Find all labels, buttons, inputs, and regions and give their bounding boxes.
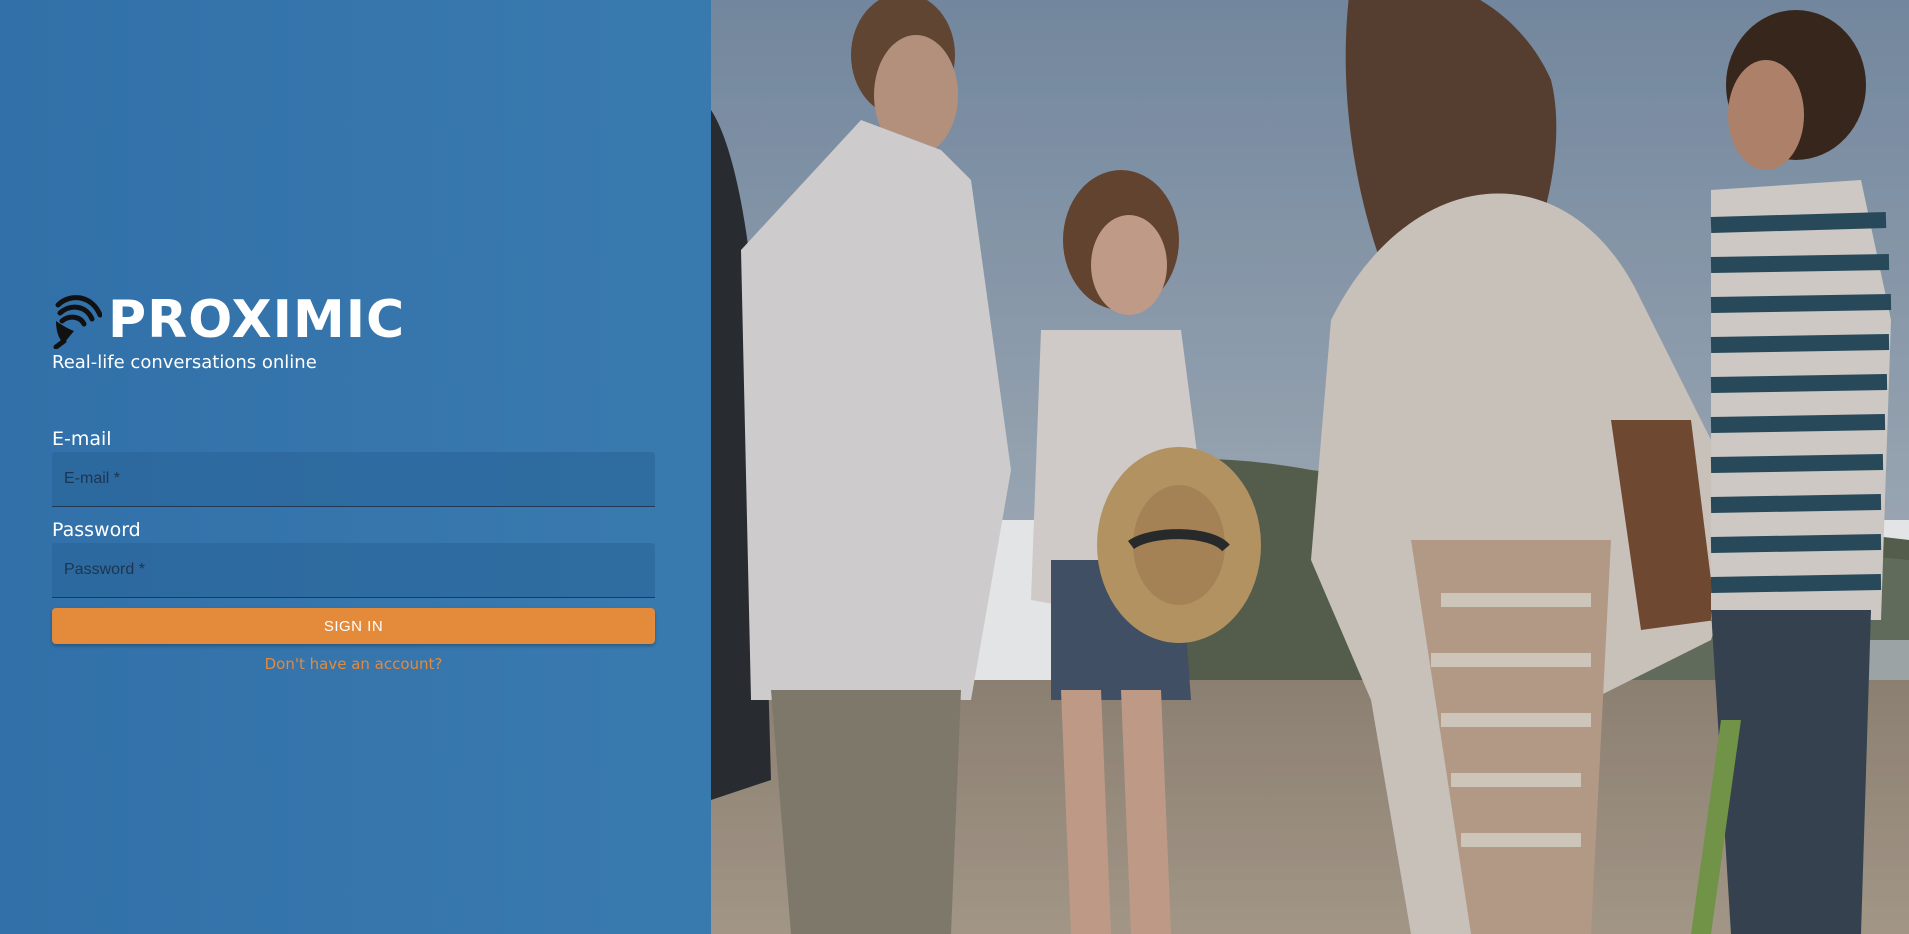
login-page: PROXIMIC Real-life conversations online …: [0, 0, 1909, 934]
sign-up-link[interactable]: Don't have an account?: [52, 655, 655, 673]
beach-scene-image: [711, 0, 1909, 934]
email-label: E-mail: [52, 428, 112, 450]
brand-tagline: Real-life conversations online: [52, 352, 317, 373]
brand-name: PROXIMIC: [108, 290, 406, 350]
password-field[interactable]: [52, 543, 655, 597]
login-form: E-mail Password SIGN IN Don't have an ac…: [52, 426, 655, 673]
password-field-box: [52, 543, 655, 598]
sign-in-button[interactable]: SIGN IN: [52, 608, 655, 644]
brand-block: PROXIMIC Real-life conversations online: [52, 290, 652, 373]
login-panel: PROXIMIC Real-life conversations online …: [0, 0, 711, 934]
brand-row: PROXIMIC: [52, 290, 652, 350]
microphone-signal-icon: [53, 295, 102, 349]
hero-photo: [711, 0, 1909, 934]
password-label: Password: [52, 519, 141, 541]
email-field-box: [52, 452, 655, 507]
email-field[interactable]: [52, 452, 655, 506]
